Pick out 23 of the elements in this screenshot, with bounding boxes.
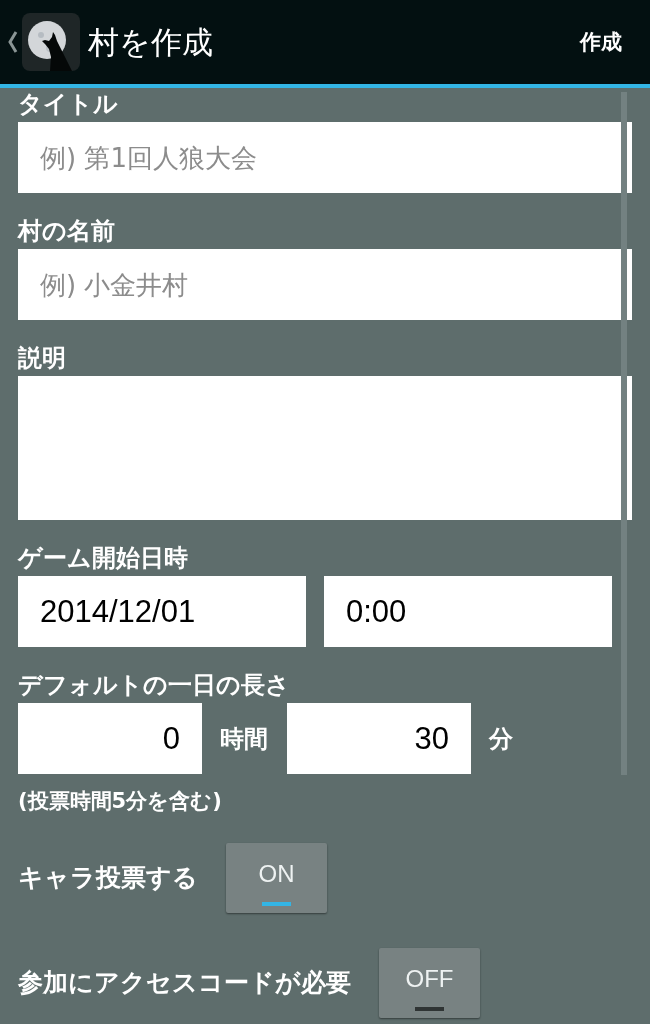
toggle-button[interactable]: ON bbox=[226, 843, 327, 913]
field-label: 説明 bbox=[18, 345, 66, 371]
wolf-moon-icon[interactable] bbox=[22, 13, 80, 71]
screen-title: 村を作成 bbox=[88, 23, 214, 62]
create-button[interactable]: 作成 bbox=[580, 28, 622, 56]
unit-label: 分 bbox=[489, 724, 513, 753]
hours-field[interactable]: 0 bbox=[18, 703, 202, 774]
minutes-field[interactable]: 30 bbox=[287, 703, 471, 774]
time-field[interactable]: 0:00 bbox=[324, 576, 612, 647]
field-label: タイトル bbox=[18, 91, 118, 117]
toggle-label: キャラ投票する bbox=[18, 863, 198, 893]
toggle-button[interactable]: OFF bbox=[379, 948, 480, 1018]
date-field[interactable]: 2014/12/01 bbox=[18, 576, 306, 647]
unit-label: 時間 bbox=[220, 724, 268, 753]
field-label: 村の名前 bbox=[18, 218, 115, 244]
text-input-field[interactable]: 例) 小金井村 bbox=[18, 249, 632, 320]
field-label: デフォルトの一日の長さ bbox=[18, 672, 290, 698]
field-label: ゲーム開始日時 bbox=[18, 545, 188, 571]
toggle-label: 参加にアクセスコードが必要 bbox=[18, 968, 351, 998]
note-text: (投票時間5分を含む) bbox=[18, 789, 222, 813]
back-icon[interactable] bbox=[8, 30, 18, 54]
description-field[interactable] bbox=[18, 376, 632, 520]
text-input-field[interactable]: 例) 第1回人狼大会 bbox=[18, 122, 632, 193]
